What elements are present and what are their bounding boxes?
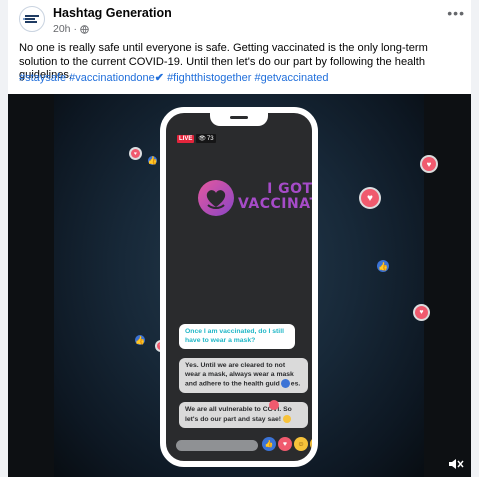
- reaction-bar: 👍 ♥ ☺ ○: [262, 437, 312, 451]
- heart-icon: [269, 400, 279, 410]
- hashtag-getvaccinated[interactable]: #getvaccinated: [255, 72, 329, 84]
- live-label: LIVE: [177, 134, 195, 143]
- floating-heart-icon: ♥: [131, 149, 140, 158]
- heart-shield-icon: [198, 180, 234, 216]
- globe-icon: [80, 24, 89, 34]
- phone-mockup: LIVE 👁 73 I GOT VACCINA Once I am vaccin…: [160, 107, 318, 467]
- check-icon: ✔: [154, 72, 164, 84]
- floating-heart-icon: ♥: [422, 157, 436, 171]
- video-player[interactable]: ♥ 👍 ♥ ♥ 👍 ♥ 👍 ♥ LIVE 👁 73: [8, 94, 471, 477]
- like-reaction-icon[interactable]: 👍: [262, 437, 276, 451]
- page-name[interactable]: Hashtag Generation: [53, 6, 172, 20]
- hashtag-fightthistogether[interactable]: #fightthistogether: [167, 72, 251, 84]
- answer-bubble-2: We are all vulnerable to COVI. So let's …: [179, 400, 308, 428]
- floating-like-icon: 👍: [377, 260, 389, 272]
- i-got-vaccinated-logo: I GOT VACCINATED: [196, 178, 312, 228]
- hashtag-generation-logo-icon: [21, 8, 43, 30]
- more-options-button[interactable]: •••: [447, 6, 465, 20]
- floating-heart-icon: ♥: [361, 189, 379, 207]
- answer-bubble-1: Yes. Until we are cleared to not wear a …: [179, 358, 308, 394]
- wow-reaction-icon[interactable]: ○: [310, 437, 312, 451]
- smiley-icon: [282, 414, 291, 423]
- viewer-count: 👁 73: [196, 134, 216, 143]
- page-avatar[interactable]: [19, 6, 45, 32]
- hashtag-vaccinationdone[interactable]: #vaccinationdone: [69, 72, 155, 84]
- like-icon: [280, 379, 290, 389]
- comment-input[interactable]: [176, 440, 258, 451]
- eye-icon: 👁: [198, 136, 206, 142]
- floating-like-icon: 👍: [147, 156, 158, 165]
- post-meta: 20h ·: [53, 23, 89, 35]
- phone-notch: [210, 113, 268, 126]
- haha-reaction-icon[interactable]: ☺: [294, 437, 308, 451]
- question-bubble: Once I am vaccinated, do I still have to…: [179, 324, 295, 350]
- live-badge: LIVE 👁 73: [177, 134, 216, 143]
- logo-text: I GOT VACCINATED: [238, 181, 313, 212]
- floating-heart-icon: ♥: [415, 306, 428, 319]
- post-header: Hashtag Generation 20h · •••: [8, 0, 471, 40]
- volume-muted-icon[interactable]: [447, 457, 465, 471]
- love-reaction-icon[interactable]: ♥: [278, 437, 292, 451]
- post-card: Hashtag Generation 20h · ••• No one is r…: [8, 0, 471, 477]
- hashtag-staysafe[interactable]: #staysafe: [19, 72, 66, 84]
- floating-like-icon: 👍: [135, 335, 145, 345]
- post-time[interactable]: 20h: [53, 23, 71, 35]
- hashtags: #staysafe #vaccinationdone✔ #fightthisto…: [19, 71, 465, 84]
